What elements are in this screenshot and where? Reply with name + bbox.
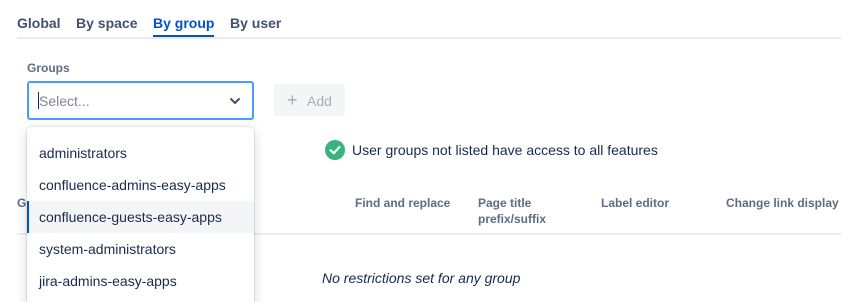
dropdown-option[interactable]: confluence-admins-easy-apps xyxy=(27,169,254,201)
groups-label: Groups xyxy=(27,61,70,75)
tab-global[interactable]: Global xyxy=(17,14,61,32)
add-button-label: Add xyxy=(307,93,332,109)
check-circle-icon xyxy=(325,140,345,160)
column-header-page-title-prefix-suffix: Page title prefix/suffix xyxy=(478,196,547,226)
column-header-change-link-display: Change link display xyxy=(726,196,839,210)
dropdown-option[interactable]: jira-admins-easy-apps xyxy=(27,265,254,297)
tab-by-group[interactable]: By group xyxy=(153,14,214,32)
group-dropdown-menu: administrators confluence-admins-easy-ap… xyxy=(27,127,254,302)
column-header-label-editor: Label editor xyxy=(601,196,670,210)
dropdown-option-highlighted[interactable]: confluence-guests-easy-apps xyxy=(27,201,254,233)
empty-table-message: No restrictions set for any group xyxy=(322,270,521,286)
column-header-find-and-replace: Find and replace xyxy=(355,196,451,210)
add-button[interactable]: + Add xyxy=(274,84,345,116)
plus-icon: + xyxy=(287,90,298,110)
tab-bar: Global By space By group By user xyxy=(17,0,841,39)
column-header-group: G xyxy=(17,196,27,210)
tab-by-space[interactable]: By space xyxy=(76,14,137,32)
group-select-placeholder: Select... xyxy=(39,93,90,109)
dropdown-option[interactable]: administrators xyxy=(27,137,254,169)
dropdown-option[interactable]: system-administrators xyxy=(27,233,254,265)
tab-by-user[interactable]: By user xyxy=(230,14,281,32)
info-text: User groups not listed have access to al… xyxy=(352,142,658,158)
group-select[interactable]: Select... xyxy=(27,81,254,120)
chevron-down-icon[interactable] xyxy=(228,94,242,108)
active-tab-indicator xyxy=(153,35,214,37)
